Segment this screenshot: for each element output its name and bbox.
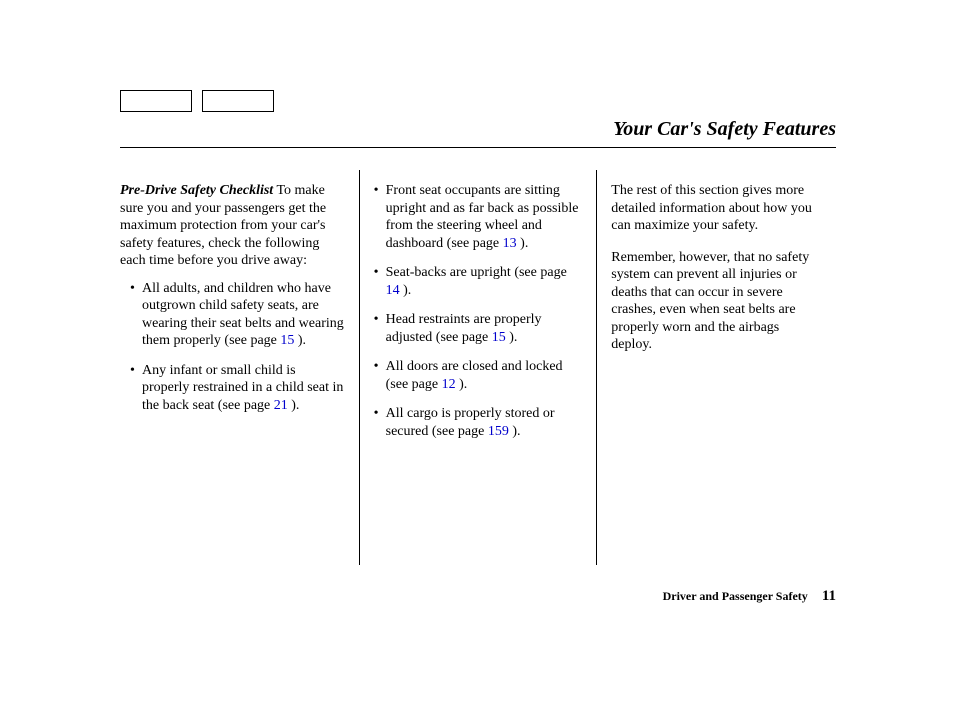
list-item: All cargo is properly stored or secured …: [374, 405, 583, 440]
item-text-post: ).: [509, 424, 521, 439]
list-item: Head restraints are properly adjusted (s…: [374, 311, 583, 346]
page-link[interactable]: 159: [488, 424, 509, 439]
item-text: All adults, and children who have outgro…: [142, 281, 344, 349]
item-text-post: ).: [294, 333, 306, 348]
column-3: The rest of this section gives more deta…: [597, 170, 836, 565]
page-link[interactable]: 12: [442, 377, 456, 392]
item-text-post: ).: [400, 283, 412, 298]
column-2: Front seat occupants are sitting upright…: [359, 170, 598, 565]
item-text-post: ).: [517, 236, 529, 251]
page-link[interactable]: 15: [280, 333, 294, 348]
list-item: Any infant or small child is properly re…: [130, 362, 345, 415]
checklist-col2: Front seat occupants are sitting upright…: [374, 182, 583, 440]
list-item: All adults, and children who have outgro…: [130, 280, 345, 350]
page-link[interactable]: 14: [386, 283, 400, 298]
nav-buttons-row: [120, 90, 274, 112]
checklist-col1: All adults, and children who have outgro…: [120, 280, 345, 415]
item-text-post: ).: [288, 398, 300, 413]
nav-button-prev[interactable]: [120, 90, 192, 112]
item-text: Seat-backs are upright (see page: [386, 265, 567, 280]
item-text-post: ).: [506, 330, 518, 345]
item-text-post: ).: [456, 377, 468, 392]
manual-page: Your Car's Safety Features Pre-Drive Saf…: [0, 0, 954, 710]
page-title: Your Car's Safety Features: [120, 118, 836, 147]
column-1: Pre-Drive Safety Checklist To make sure …: [120, 170, 359, 565]
subheading: Pre-Drive Safety Checklist: [120, 183, 273, 198]
page-link[interactable]: 15: [492, 330, 506, 345]
page-footer: Driver and Passenger Safety 11: [663, 588, 836, 605]
item-text: Head restraints are properly adjusted (s…: [386, 312, 542, 345]
page-link[interactable]: 13: [503, 236, 517, 251]
list-item: Front seat occupants are sitting upright…: [374, 182, 583, 252]
page-link[interactable]: 21: [274, 398, 288, 413]
content-columns: Pre-Drive Safety Checklist To make sure …: [120, 170, 836, 565]
page-number: 11: [822, 588, 836, 605]
item-text: Front seat occupants are sitting upright…: [386, 183, 579, 251]
list-item: All doors are closed and locked (see pag…: [374, 358, 583, 393]
item-text: All cargo is properly stored or secured …: [386, 406, 555, 439]
header-rule: [120, 147, 836, 148]
footer-section-label: Driver and Passenger Safety: [663, 589, 808, 604]
page-header: Your Car's Safety Features: [120, 118, 836, 148]
item-text: All doors are closed and locked (see pag…: [386, 359, 563, 392]
paragraph: The rest of this section gives more deta…: [611, 182, 822, 235]
nav-button-next[interactable]: [202, 90, 274, 112]
list-item: Seat-backs are upright (see page 14 ).: [374, 264, 583, 299]
paragraph: Remember, however, that no safety system…: [611, 249, 822, 354]
item-text: Any infant or small child is properly re…: [142, 363, 343, 413]
